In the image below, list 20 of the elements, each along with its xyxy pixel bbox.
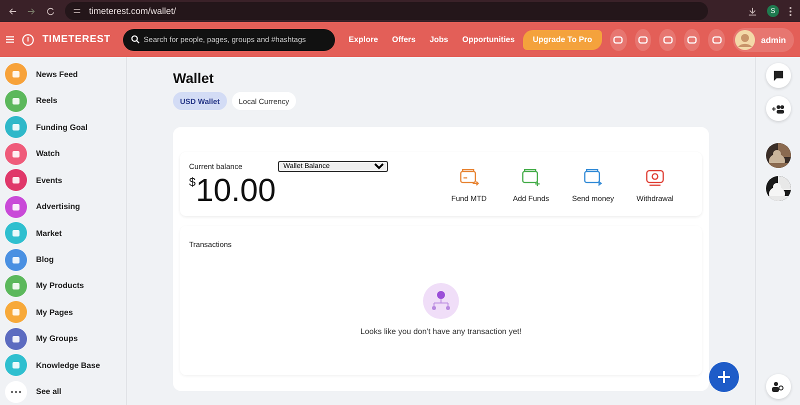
sidebar-item[interactable]: Knowledge Base [5, 352, 126, 379]
sidebar-item[interactable]: My Pages [5, 299, 126, 326]
sidebar-item[interactable]: Blog [5, 246, 126, 273]
sidebar-item[interactable]: My Groups [5, 326, 126, 352]
empty-message: Looks like you don't have any transaction yet! [360, 326, 522, 336]
address-bar[interactable]: timeterest.com/wallet/ [65, 2, 708, 20]
sidebar-item[interactable]: My Products [5, 272, 126, 300]
sidebar-item[interactable]: Reels [5, 87, 126, 114]
sidebar-item[interactable]: See all [5, 378, 126, 405]
url-text: timeterest.com/wallet/ [89, 6, 176, 16]
currency-sign: $ [189, 174, 196, 188]
sidebar-item[interactable]: Market [5, 220, 126, 246]
sidebar-item[interactable]: Watch [5, 140, 126, 167]
sidebar-item[interactable]: Advertising [5, 193, 126, 220]
sidebar-item[interactable]: News Feed [5, 61, 126, 88]
page-title: Wallet [173, 70, 215, 86]
sidebar-item[interactable]: Events [5, 166, 126, 194]
logo-text: TIMETEREST [42, 34, 111, 45]
balance-amount: 10.00 [196, 172, 276, 208]
sidebar-item[interactable]: Funding Goal [5, 114, 126, 140]
